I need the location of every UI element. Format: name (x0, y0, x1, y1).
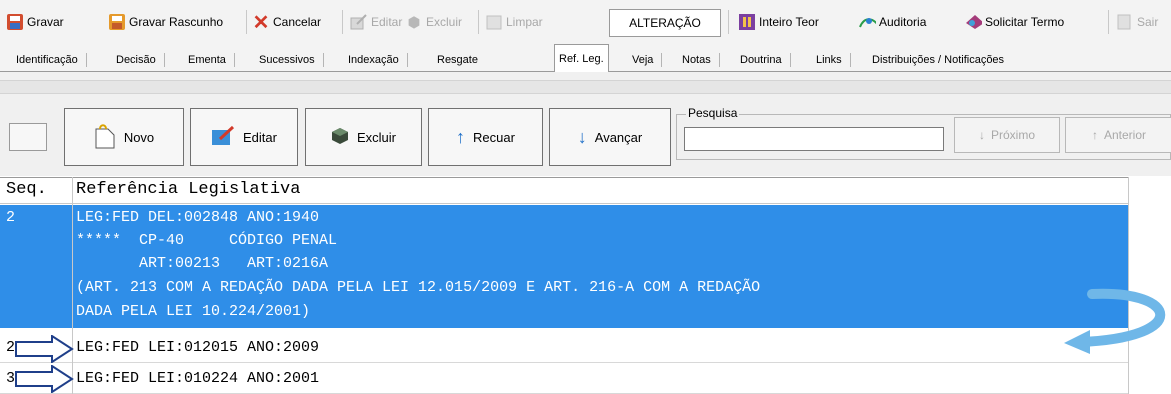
document-icon (738, 13, 756, 31)
inteiro-teor-label: Inteiro Teor (759, 15, 819, 29)
tab-indexacao[interactable]: Indexação (344, 50, 408, 70)
table-row[interactable]: 3 LEG:FED LEI:010224 ANO:2001 (0, 364, 1128, 394)
tab-resgate[interactable]: Resgate (433, 50, 482, 70)
novo-label: Novo (123, 129, 155, 145)
avancar-button[interactable]: ↓ Avançar (549, 108, 671, 166)
editar-toolbar-label: Editar (371, 15, 403, 29)
cancelar-button[interactable]: ✕ Cancelar (252, 10, 321, 34)
audit-icon (858, 13, 876, 31)
excluir-toolbar-label: Excluir (426, 15, 463, 29)
table-row-selected[interactable]: 2 LEG:FED DEL:002848 ANO:1940 ***** CP-4… (0, 205, 1128, 328)
proximo-label: Próximo (990, 128, 1035, 142)
anterior-label: Anterior (1103, 128, 1147, 142)
gravar-rascunho-button[interactable]: Gravar Rascunho (108, 10, 223, 34)
tab-doutrina[interactable]: Doutrina (736, 50, 791, 70)
ref-line: LEG:FED DEL:002848 ANO:1940 (76, 209, 320, 226)
sair-label: Sair (1137, 15, 1159, 29)
inteiro-teor-button[interactable]: Inteiro Teor (738, 10, 819, 34)
sair-button[interactable]: Sair (1116, 10, 1158, 34)
gravar-label: Gravar (27, 15, 64, 29)
excluir-toolbar-button[interactable]: ⬢ Excluir (405, 10, 462, 34)
tab-distribuicoes[interactable]: Distribuições / Notificações (868, 50, 1008, 70)
search-input[interactable] (684, 127, 944, 151)
tab-identificacao[interactable]: Identificação (12, 50, 87, 70)
tab-veja[interactable]: Veja (628, 50, 663, 70)
edit-icon (211, 125, 235, 150)
ref-line: (ART. 213 COM A REDAÇÃO DADA PELA LEI 12… (76, 279, 761, 296)
delete-icon (331, 127, 349, 148)
save-icon (6, 13, 24, 31)
gravar-button[interactable]: Gravar (6, 10, 64, 34)
save-draft-icon (108, 13, 126, 31)
recuar-button[interactable]: ↑ Recuar (428, 108, 543, 166)
gravar-rascunho-label: Gravar Rascunho (129, 15, 224, 29)
grid-header: Seq. Referência Legislativa (0, 177, 1128, 204)
tab-ementa[interactable]: Ementa (184, 50, 235, 70)
limpar-button[interactable]: Limpar (485, 10, 543, 34)
delete-icon: ⬢ (407, 13, 421, 30)
anterior-button[interactable]: ↑ Anterior (1065, 117, 1171, 153)
auditoria-button[interactable]: Auditoria (858, 10, 926, 34)
limpar-label: Limpar (506, 15, 543, 29)
excluir-label: Excluir (356, 129, 396, 145)
tab-sucessivos[interactable]: Sucessivos (255, 50, 324, 70)
editar-label: Editar (243, 129, 277, 145)
arrow-up-icon: ↑ (456, 126, 466, 147)
arrow-right-icon (15, 365, 74, 393)
tab-ref-leg[interactable]: Ref. Leg. (554, 44, 609, 73)
excluir-button[interactable]: Excluir (305, 108, 422, 166)
solicitar-termo-button[interactable]: Solicitar Termo (964, 10, 1064, 34)
editar-toolbar-button[interactable]: Editar (350, 10, 402, 34)
header-seq[interactable]: Seq. (6, 180, 47, 199)
row-seq: 2 (6, 209, 16, 226)
request-term-icon (964, 13, 982, 31)
new-document-icon (94, 123, 116, 152)
curved-arrow-icon (1064, 288, 1166, 354)
recuar-label: Recuar (473, 129, 515, 145)
novo-button[interactable]: Novo (64, 108, 184, 166)
close-icon: ✕ (252, 11, 270, 34)
editar-button[interactable]: Editar (190, 108, 298, 166)
main-toolbar: Gravar Gravar Rascunho ✕ Cancelar Editar… (0, 0, 1171, 44)
ref-line: DADA PELA LEI 10.224/2001) (76, 303, 311, 320)
exit-icon (1116, 13, 1134, 31)
record-indicator (9, 123, 47, 151)
arrow-up-icon: ↑ (1091, 128, 1098, 142)
search-label: Pesquisa (686, 106, 740, 120)
panel-strip (0, 80, 1171, 94)
tab-links[interactable]: Links (812, 50, 851, 70)
ref-line: LEG:FED LEI:012015 ANO:2009 (76, 339, 320, 356)
proximo-button[interactable]: ↓ Próximo (954, 117, 1060, 153)
ref-line: ***** CP-40 CÓDIGO PENAL (76, 232, 338, 249)
auditoria-label: Auditoria (879, 15, 927, 29)
mode-indicator: ALTERAÇÃO (609, 9, 721, 37)
table-row[interactable]: 2 LEG:FED LEI:012015 ANO:2009 (0, 333, 1128, 363)
tab-notas[interactable]: Notas (678, 50, 720, 70)
solicitar-termo-label: Solicitar Termo (985, 15, 1065, 29)
tab-strip: Identificação Decisão Ementa Sucessivos … (0, 44, 1171, 73)
header-referencia[interactable]: Referência Legislativa (76, 180, 300, 199)
arrow-down-icon: ↓ (978, 128, 985, 142)
clear-icon (485, 13, 503, 31)
cancelar-label: Cancelar (273, 15, 322, 29)
arrow-down-icon: ↓ (577, 126, 587, 147)
tab-decisao[interactable]: Decisão (112, 50, 165, 70)
arrow-right-icon (15, 335, 74, 363)
ref-line: ART:00213 ART:0216A (76, 255, 329, 272)
avancar-label: Avançar (594, 129, 643, 145)
edit-icon (350, 13, 368, 31)
ref-line: LEG:FED LEI:010224 ANO:2001 (76, 370, 320, 387)
